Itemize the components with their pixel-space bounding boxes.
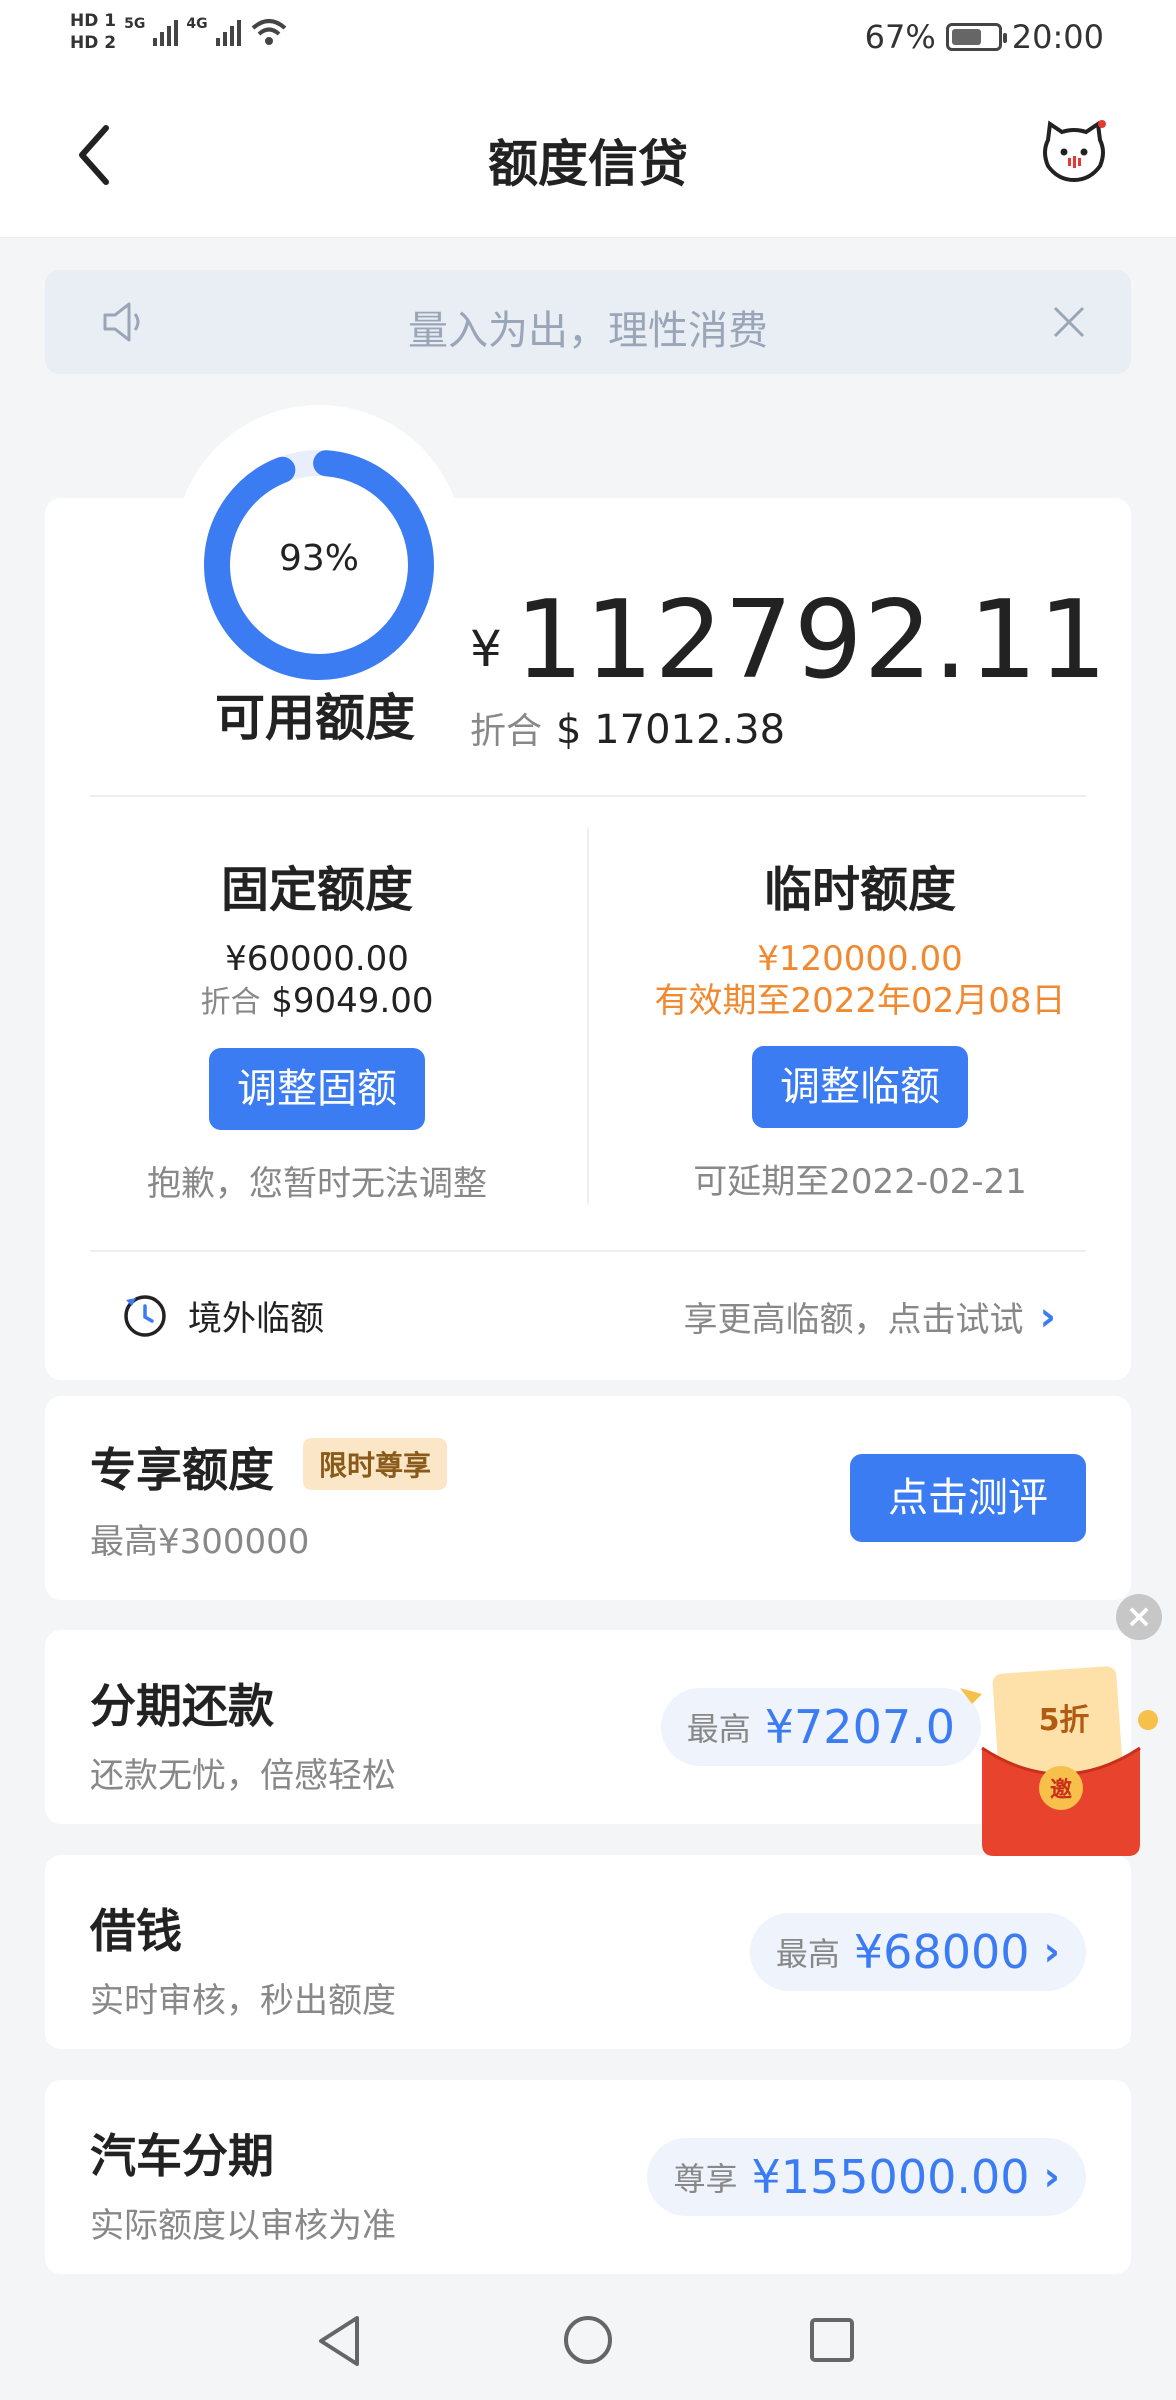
pill-value: ¥7207.0 — [764, 1700, 955, 1754]
notice-banner: 量入为出，理性消费 — [45, 270, 1131, 374]
hd1-label: HD 1 — [70, 11, 117, 31]
temp-quota-validity: 有效期至2022年02月08日 — [654, 981, 1066, 1021]
status-bar: HD 1 HD 2 5G 4G 67% 20:00 — [0, 0, 1176, 80]
fixed-quota-usd: 折合 $9049.00 — [47, 980, 587, 1024]
product-sub: 实时审核，秒出额度 — [90, 1981, 396, 2021]
usd-label: 折合 — [470, 711, 543, 752]
limited-tag-badge: 限时尊享 — [303, 1438, 448, 1490]
page-title: 额度信贷 — [488, 135, 688, 193]
plane-clock-icon — [124, 1295, 166, 1337]
invite-label: 邀 — [1050, 1778, 1072, 1803]
ring-percent: 93% — [278, 538, 359, 579]
hd2-label: HD 2 — [70, 33, 117, 53]
close-icon[interactable] — [1047, 300, 1091, 344]
battery-icon — [945, 23, 1007, 51]
nav-back-icon[interactable] — [315, 2314, 365, 2368]
available-usd: 折合 $ 17012.38 — [470, 702, 785, 754]
title-bar: 额度信贷 — [0, 80, 1176, 238]
exclusive-title: 专享额度 — [90, 1443, 274, 1497]
product-title: 分期还款 — [90, 1679, 274, 1733]
product-title: 汽车分期 — [90, 2129, 274, 2183]
usd-amount: $ 17012.38 — [556, 707, 786, 753]
pill-label: 最高 — [686, 1710, 751, 1748]
pill-value: ¥155000.00 — [751, 2150, 1030, 2204]
temp-quota-section: 临时额度 ¥120000.00 有效期至2022年02月08日 调整临额 可延期… — [590, 850, 1130, 1203]
fixed-quota-section: 固定额度 ¥60000.00 折合 $9049.00 调整固额 抱歉，您暂时无法… — [47, 850, 587, 1205]
borrow-card[interactable]: 借钱 实时审核，秒出额度 最高 ¥68000 › — [45, 1855, 1131, 2049]
divider — [90, 795, 1086, 797]
notice-text: 量入为出，理性消费 — [408, 308, 768, 354]
fixed-quota-title: 固定额度 — [220, 862, 413, 918]
usd-label: 折合 — [200, 985, 261, 1020]
temp-quota-amount: ¥120000.00 — [757, 939, 963, 979]
signal-group: HD 1 HD 2 5G 4G — [70, 10, 289, 54]
system-nav-bar — [0, 2276, 1176, 2400]
clock: 20:00 — [1011, 18, 1104, 56]
adjust-temp-button[interactable]: 调整临额 — [752, 1046, 968, 1128]
available-amount: 112792.11 — [515, 578, 1109, 703]
exclusive-sub: 最高¥300000 — [90, 1522, 310, 1562]
adjust-fixed-button[interactable]: 调整固额 — [209, 1048, 425, 1130]
network-5g-label: 5G — [124, 16, 146, 32]
temp-quota-note: 可延期至2022-02-21 — [693, 1162, 1027, 1202]
signal-bars-icon — [153, 18, 179, 46]
chevron-right-icon: › — [1043, 2154, 1060, 2200]
overseas-label: 境外临额 — [188, 1298, 324, 1339]
wifi-icon — [251, 19, 286, 45]
fixed-quota-note: 抱歉，您暂时无法调整 — [147, 1164, 487, 1204]
currency-symbol: ¥ — [470, 620, 502, 678]
temp-quota-title: 临时额度 — [763, 862, 956, 918]
pill-value: ¥68000 — [853, 1925, 1030, 1979]
battery-percent: 67% — [864, 18, 936, 56]
close-promo-icon[interactable]: × — [1116, 1594, 1162, 1640]
nav-home-icon[interactable] — [562, 2314, 614, 2366]
discount-label: 5折 — [1039, 1703, 1090, 1738]
available-label: 可用额度 — [215, 689, 415, 747]
assistant-mascot-icon[interactable] — [1040, 118, 1108, 186]
divider — [587, 828, 589, 1204]
chevron-right-icon: › — [1043, 1929, 1060, 1975]
product-sub: 实际额度以审核为准 — [90, 2206, 396, 2246]
product-limit-pill[interactable]: 最高 ¥68000 › — [749, 1913, 1086, 1991]
network-4g-label: 4G — [186, 16, 208, 32]
signal-bars-icon — [215, 18, 241, 46]
pill-label: 最高 — [775, 1935, 840, 1973]
divider — [90, 1250, 1086, 1252]
overseas-quota[interactable]: 境外临额 — [120, 1290, 324, 1340]
product-title: 借钱 — [90, 1904, 182, 1958]
product-limit-pill[interactable]: 最高 ¥7207.0 — [660, 1688, 981, 1766]
chevron-right-icon: › — [1039, 1293, 1056, 1340]
product-limit-pill[interactable]: 尊享 ¥155000.00 › — [647, 2138, 1086, 2216]
usage-ring: 93% — [174, 405, 464, 695]
auto-loan-card[interactable]: 汽车分期 实际额度以审核为准 尊享 ¥155000.00 › — [45, 2080, 1131, 2274]
overseas-link-text: 享更高临额，点击试试 — [683, 1300, 1024, 1340]
pill-label: 尊享 — [673, 2160, 738, 2198]
red-envelope-promo[interactable]: 5折 邀 — [956, 1660, 1166, 1860]
evaluate-button[interactable]: 点击测评 — [850, 1454, 1086, 1542]
exclusive-quota-card: 专享额度 限时尊享 最高¥300000 点击测评 — [45, 1396, 1131, 1600]
product-sub: 还款无忧，倍感轻松 — [90, 1756, 396, 1796]
fixed-quota-amount: ¥60000.00 — [225, 939, 409, 979]
fixed-usd-amount: $9049.00 — [271, 981, 434, 1021]
overseas-link[interactable]: 享更高临额，点击试试 › — [684, 1292, 1056, 1341]
nav-recents-icon[interactable] — [808, 2316, 856, 2364]
